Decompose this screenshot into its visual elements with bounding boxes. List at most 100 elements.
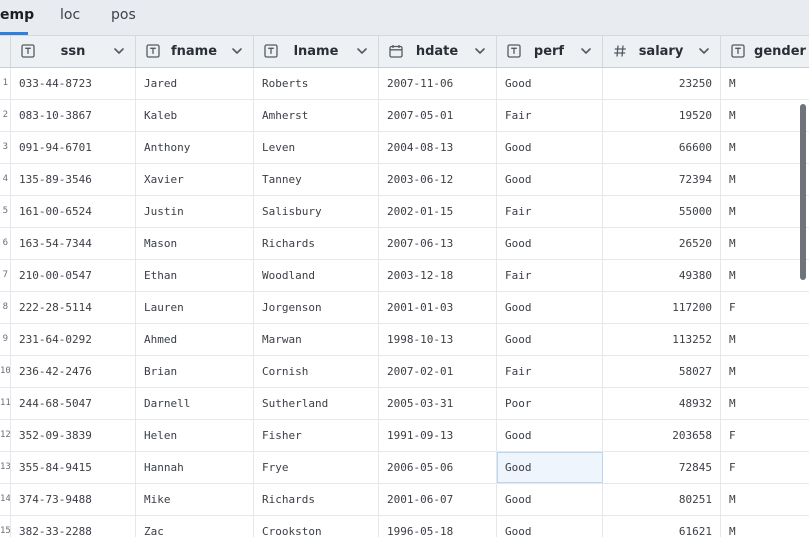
cell-fname[interactable]: Hannah — [136, 452, 254, 483]
cell-perf[interactable]: Fair — [497, 100, 603, 131]
cell-lname[interactable]: Crookston — [254, 516, 379, 537]
cell-hdate[interactable]: 2007-02-01 — [379, 356, 497, 387]
cell-perf[interactable]: Good — [497, 484, 603, 515]
cell-fname[interactable]: Brian — [136, 356, 254, 387]
cell-gender[interactable]: M — [721, 196, 809, 227]
cell-fname[interactable]: Darnell — [136, 388, 254, 419]
table-row[interactable]: 4 135-89-3546 Xavier Tanney 2003-06-12 Good 72… — [0, 164, 809, 196]
table-row[interactable]: 1 033-44-8723 Jared Roberts 2007-11-06 Good 23… — [0, 68, 809, 100]
column-header-ssn[interactable]: ssn — [11, 36, 136, 67]
cell-ssn[interactable]: 033-44-8723 — [11, 68, 136, 99]
cell-lname[interactable]: Amherst — [254, 100, 379, 131]
cell-salary[interactable]: 72394 — [603, 164, 721, 195]
cell-hdate[interactable]: 1996-05-18 — [379, 516, 497, 537]
cell-hdate[interactable]: 2006-05-06 — [379, 452, 497, 483]
cell-gender[interactable]: M — [721, 228, 809, 259]
table-row[interactable]: 8 222-28-5114 Lauren Jorgenson 2001-01-03 Goo… — [0, 292, 809, 324]
cell-hdate[interactable]: 1998-10-13 — [379, 324, 497, 355]
cell-ssn[interactable]: 210-00-0547 — [11, 260, 136, 291]
cell-salary[interactable]: 55000 — [603, 196, 721, 227]
tab-loc[interactable]: loc — [60, 0, 80, 35]
cell-perf[interactable]: Good — [497, 292, 603, 323]
cell-gender[interactable]: F — [721, 420, 809, 451]
cell-lname[interactable]: Marwan — [254, 324, 379, 355]
table-row[interactable]: 7 210-00-0547 Ethan Woodland 2003-12-18 Fair 4… — [0, 260, 809, 292]
cell-lname[interactable]: Cornish — [254, 356, 379, 387]
cell-ssn[interactable]: 382-33-2288 — [11, 516, 136, 537]
cell-hdate[interactable]: 2002-01-15 — [379, 196, 497, 227]
cell-gender[interactable]: M — [721, 356, 809, 387]
cell-gender[interactable]: M — [721, 164, 809, 195]
cell-gender[interactable]: M — [721, 516, 809, 537]
cell-gender[interactable]: M — [721, 68, 809, 99]
cell-hdate[interactable]: 1991-09-13 — [379, 420, 497, 451]
table-row[interactable]: 13 355-84-9415 Hannah Frye 2006-05-06 Good 728… — [0, 452, 809, 484]
cell-hdate[interactable]: 2004-08-13 — [379, 132, 497, 163]
table-row[interactable]: 9 231-64-0292 Ahmed Marwan 1998-10-13 Good 113… — [0, 324, 809, 356]
cell-fname[interactable]: Jared — [136, 68, 254, 99]
cell-hdate[interactable]: 2003-06-12 — [379, 164, 497, 195]
cell-lname[interactable]: Roberts — [254, 68, 379, 99]
cell-perf[interactable]: Good — [497, 420, 603, 451]
chevron-down-icon[interactable] — [474, 45, 486, 57]
cell-salary[interactable]: 203658 — [603, 420, 721, 451]
cell-perf[interactable]: Fair — [497, 260, 603, 291]
cell-fname[interactable]: Lauren — [136, 292, 254, 323]
column-header-gender[interactable]: gender — [721, 36, 809, 67]
cell-ssn[interactable]: 083-10-3867 — [11, 100, 136, 131]
cell-hdate[interactable]: 2003-12-18 — [379, 260, 497, 291]
cell-salary[interactable]: 19520 — [603, 100, 721, 131]
cell-ssn[interactable]: 163-54-7344 — [11, 228, 136, 259]
cell-gender[interactable]: M — [721, 100, 809, 131]
cell-hdate[interactable]: 2007-06-13 — [379, 228, 497, 259]
column-header-hdate[interactable]: hdate — [379, 36, 497, 67]
chevron-down-icon[interactable] — [580, 45, 592, 57]
cell-perf[interactable]: Good — [497, 516, 603, 537]
cell-lname[interactable]: Tanney — [254, 164, 379, 195]
cell-ssn[interactable]: 161-00-6524 — [11, 196, 136, 227]
cell-ssn[interactable]: 236-42-2476 — [11, 356, 136, 387]
cell-ssn[interactable]: 135-89-3546 — [11, 164, 136, 195]
cell-hdate[interactable]: 2001-06-07 — [379, 484, 497, 515]
table-row[interactable]: 5 161-00-6524 Justin Salisbury 2002-01-15 Fai… — [0, 196, 809, 228]
tab-pos[interactable]: pos — [111, 0, 136, 35]
cell-salary[interactable]: 26520 — [603, 228, 721, 259]
table-row[interactable]: 2 083-10-3867 Kaleb Amherst 2007-05-01 Fair 19… — [0, 100, 809, 132]
cell-perf[interactable]: Good — [497, 132, 603, 163]
cell-lname[interactable]: Richards — [254, 484, 379, 515]
table-row[interactable]: 15 382-33-2288 Zac Crookston 1996-05-18 Good 6… — [0, 516, 809, 537]
cell-ssn[interactable]: 091-94-6701 — [11, 132, 136, 163]
cell-lname[interactable]: Sutherland — [254, 388, 379, 419]
cell-gender[interactable]: M — [721, 260, 809, 291]
cell-fname[interactable]: Ahmed — [136, 324, 254, 355]
cell-perf[interactable]: Good — [497, 68, 603, 99]
cell-gender[interactable]: M — [721, 388, 809, 419]
cell-fname[interactable]: Kaleb — [136, 100, 254, 131]
cell-gender[interactable]: M — [721, 324, 809, 355]
cell-salary[interactable]: 113252 — [603, 324, 721, 355]
cell-ssn[interactable]: 231-64-0292 — [11, 324, 136, 355]
cell-salary[interactable]: 80251 — [603, 484, 721, 515]
cell-salary[interactable]: 72845 — [603, 452, 721, 483]
table-row[interactable]: 12 352-09-3839 Helen Fisher 1991-09-13 Good 20… — [0, 420, 809, 452]
cell-perf[interactable]: Poor — [497, 388, 603, 419]
cell-hdate[interactable]: 2007-05-01 — [379, 100, 497, 131]
cell-ssn[interactable]: 355-84-9415 — [11, 452, 136, 483]
column-header-fname[interactable]: fname — [136, 36, 254, 67]
cell-salary[interactable]: 117200 — [603, 292, 721, 323]
cell-salary[interactable]: 66600 — [603, 132, 721, 163]
chevron-down-icon[interactable] — [231, 45, 243, 57]
cell-lname[interactable]: Jorgenson — [254, 292, 379, 323]
cell-lname[interactable]: Richards — [254, 228, 379, 259]
cell-ssn[interactable]: 352-09-3839 — [11, 420, 136, 451]
chevron-down-icon[interactable] — [356, 45, 368, 57]
table-row[interactable]: 14 374-73-9488 Mike Richards 2001-06-07 Good 8… — [0, 484, 809, 516]
column-header-perf[interactable]: perf — [497, 36, 603, 67]
cell-hdate[interactable]: 2005-03-31 — [379, 388, 497, 419]
table-row[interactable]: 11 244-68-5047 Darnell Sutherland 2005-03-31… — [0, 388, 809, 420]
cell-fname[interactable]: Helen — [136, 420, 254, 451]
table-row[interactable]: 6 163-54-7344 Mason Richards 2007-06-13 Good 2… — [0, 228, 809, 260]
cell-perf[interactable]: Fair — [497, 356, 603, 387]
cell-lname[interactable]: Leven — [254, 132, 379, 163]
cell-lname[interactable]: Woodland — [254, 260, 379, 291]
